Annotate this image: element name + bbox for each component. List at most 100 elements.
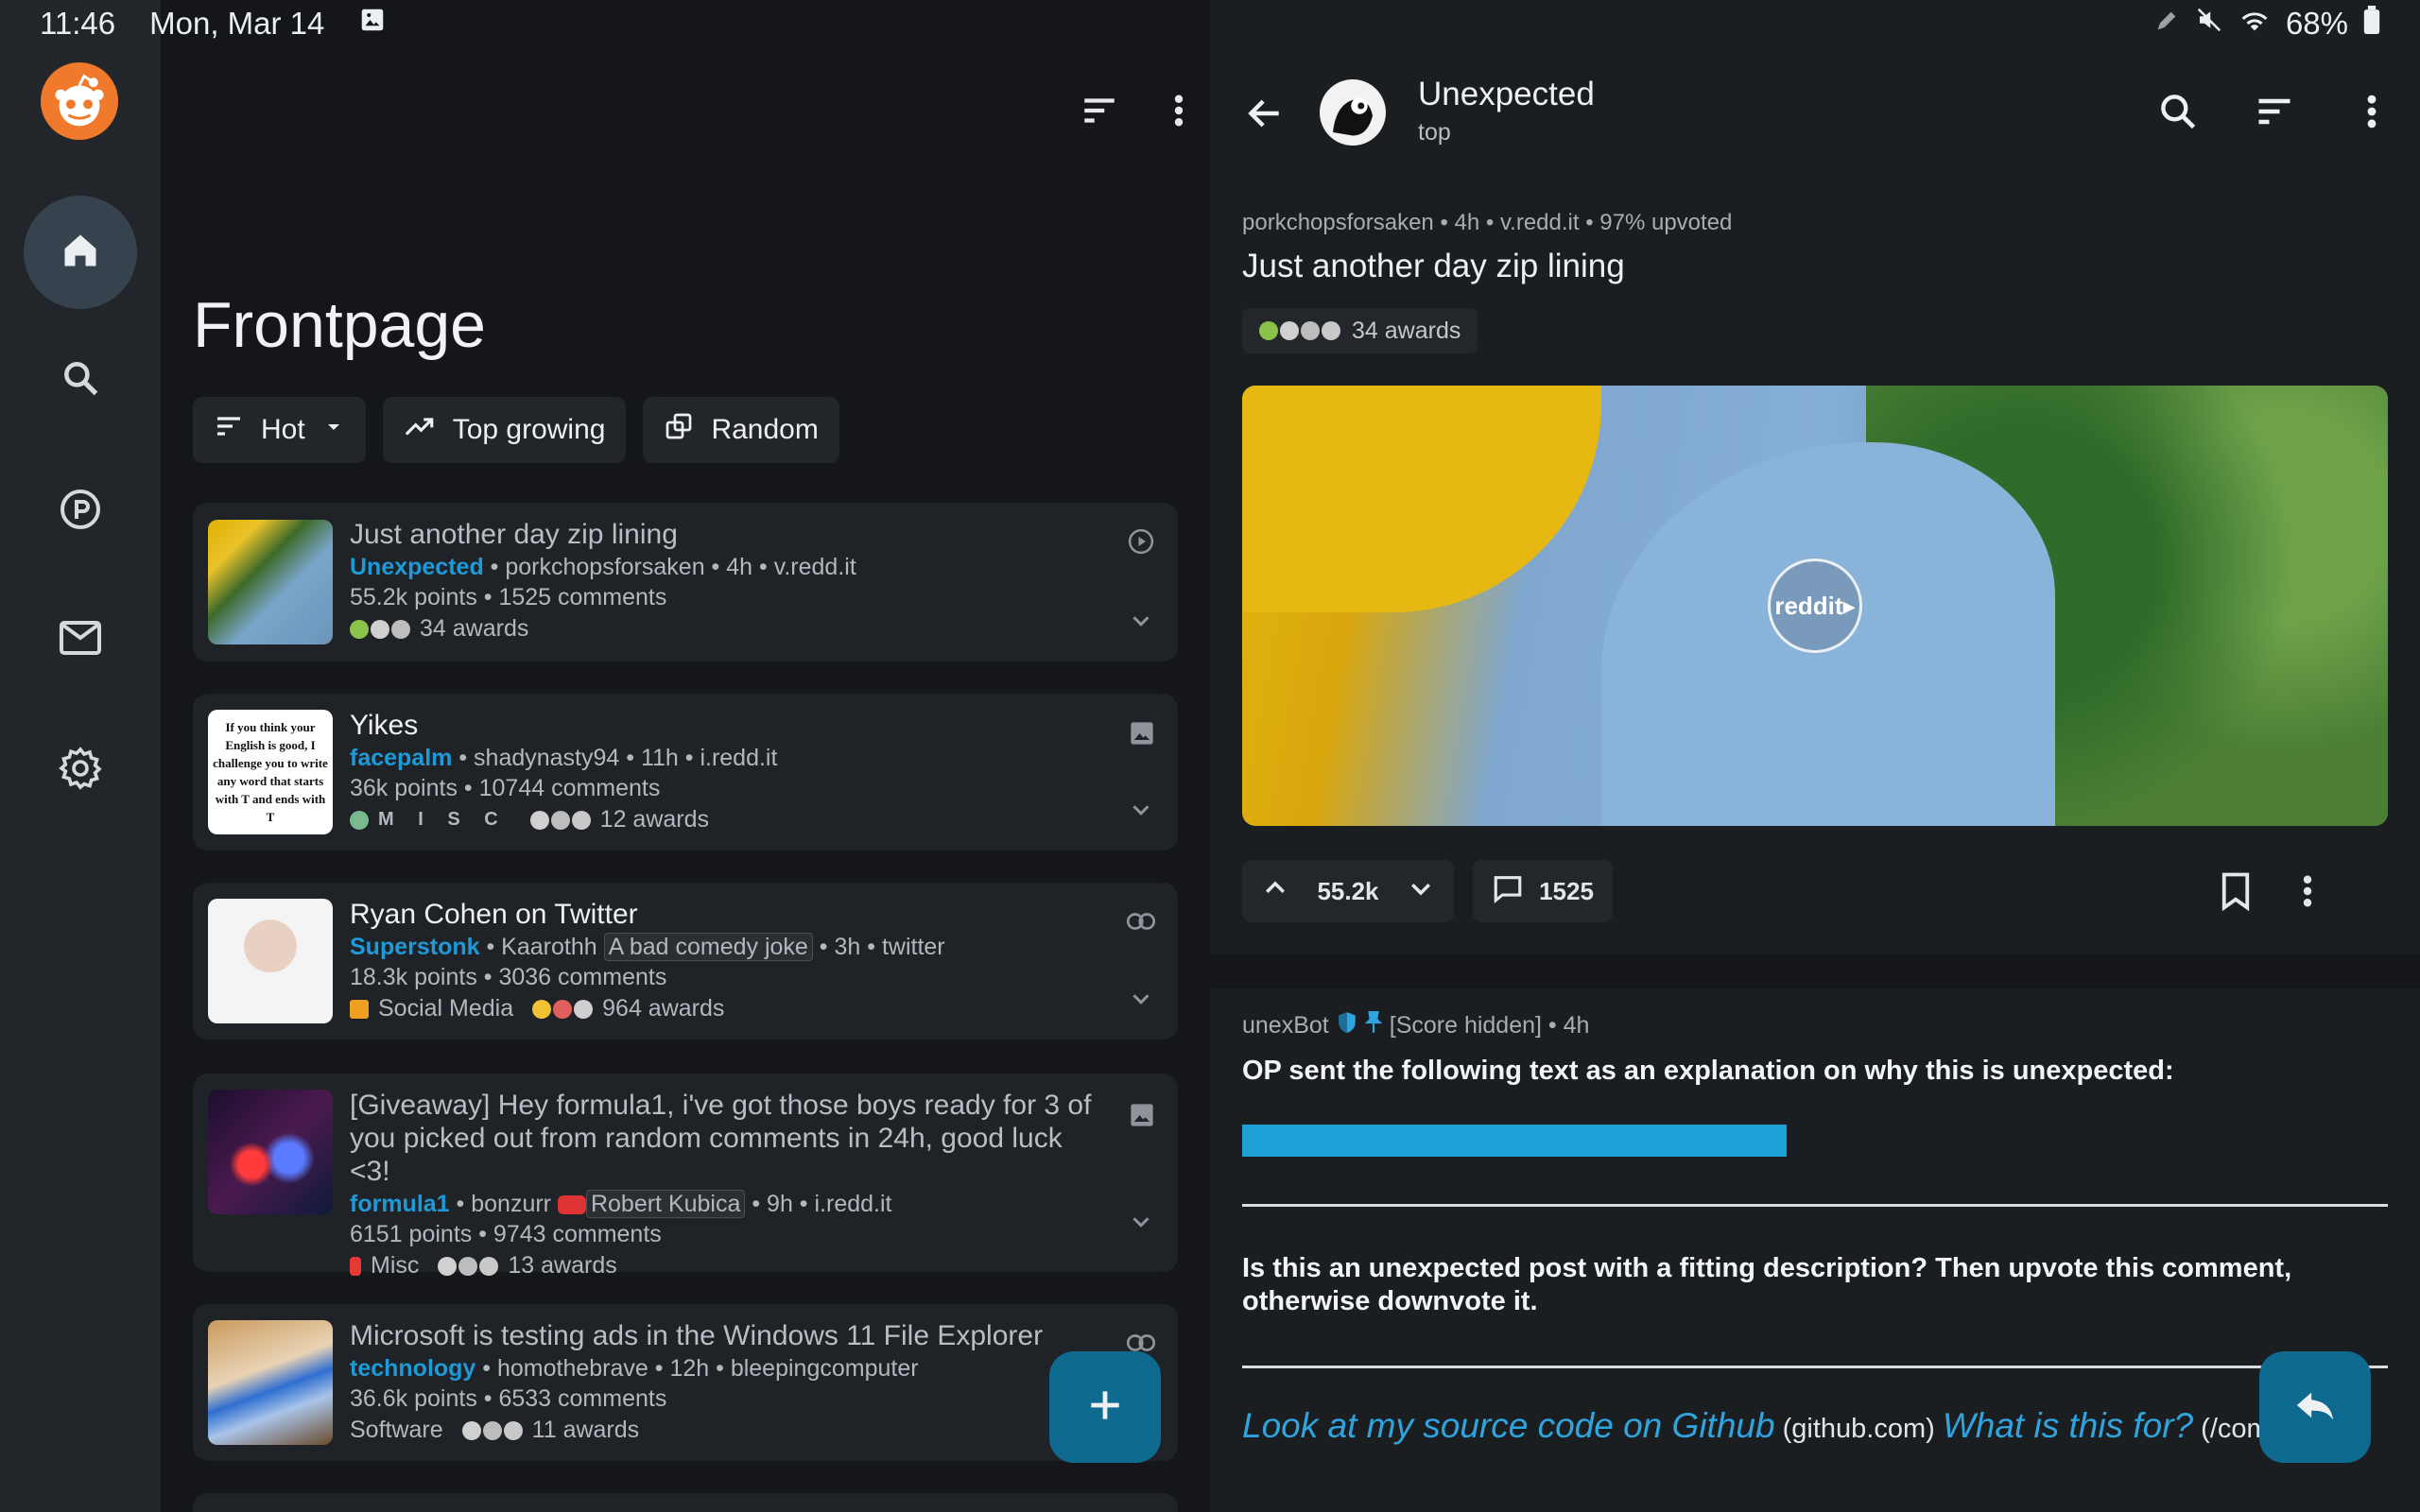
post-meta: Superstonk • Kaarothh A bad comedy joke … [350, 933, 945, 961]
app-logo[interactable] [41, 62, 118, 140]
random-chip[interactable]: Random [643, 397, 839, 463]
award-icons [350, 619, 410, 639]
award-icons [438, 1256, 499, 1276]
nav-subreddits[interactable] [24, 455, 137, 568]
bookmark-icon[interactable] [2220, 871, 2252, 916]
status-date: Mon, Mar 14 [149, 6, 325, 41]
search-icon [60, 357, 101, 404]
post-thumbnail[interactable] [208, 1090, 333, 1214]
thumbnail-text: If you think your English is good, I cha… [213, 720, 328, 824]
video-player[interactable]: reddit ▸ [1242, 386, 2388, 826]
random-icon [664, 411, 694, 449]
top-growing-chip[interactable]: Top growing [382, 397, 627, 463]
comments-button[interactable]: 1525 [1473, 860, 1613, 922]
reddit-watermark: reddit ▸ [1768, 558, 1862, 653]
post-meta: Unexpected • porkchopsforsaken • 4h • v.… [350, 554, 856, 580]
overflow-menu-icon[interactable] [2365, 91, 2378, 137]
comment-header: unexBot [Score hidden] • 4h [1242, 1011, 2388, 1040]
comment-score: [Score hidden] • 4h [1389, 1012, 1590, 1039]
upvote-icon[interactable] [1261, 874, 1289, 909]
comment-count: 1525 [1539, 876, 1594, 905]
subreddit-link[interactable]: facepalm [350, 745, 452, 771]
subreddit-link[interactable]: Unexpected [350, 554, 484, 580]
post-card[interactable]: [Giveaway] Hey formula1, i've got those … [193, 1074, 1178, 1279]
sort-hot-chip[interactable]: Hot [193, 397, 366, 463]
gallery-notification-icon [358, 6, 387, 42]
post-flair: Social Media [378, 995, 514, 1022]
detail-sort-label: top [1418, 119, 1451, 146]
post-card[interactable]: Microsoft is testing ads in the Windows … [193, 1304, 1178, 1461]
post-card[interactable]: Ryan Cohen on Twitter Superstonk • Kaaro… [193, 883, 1178, 1040]
subreddit-icon [58, 487, 103, 537]
post-card[interactable]: Just another day zip lining Unexpected •… [193, 503, 1178, 662]
spoiler-block[interactable] [1242, 1125, 1787, 1157]
flair-icon [350, 810, 369, 830]
subreddit-avatar[interactable] [1320, 79, 1386, 146]
nav-home[interactable] [24, 196, 137, 309]
post-awards: Software 11 awards [350, 1417, 1102, 1444]
post-flair: M I S C [378, 809, 508, 830]
comment-text: Is this an unexpected post with a fittin… [1242, 1253, 2292, 1316]
post-awards: Misc 13 awards [350, 1252, 1102, 1280]
subreddit-link[interactable]: Superstonk [350, 934, 480, 960]
detail-awards[interactable]: 34 awards [1242, 308, 1478, 353]
info-link[interactable]: What is this for? [1943, 1406, 2193, 1445]
sort-icon[interactable] [1080, 91, 1119, 135]
detail-subreddit-name: Unexpected [1418, 76, 1595, 112]
expand-chevron-icon[interactable] [1127, 985, 1155, 1018]
nav-inbox[interactable] [24, 583, 137, 696]
awards-count: 11 awards [531, 1417, 640, 1443]
post-thumbnail[interactable] [208, 520, 333, 644]
sort-icon[interactable] [2254, 91, 2295, 137]
link-domain: (github.com) [1774, 1414, 1943, 1444]
battery-percent: 68% [2285, 6, 2348, 41]
post-thumbnail[interactable]: If you think your English is good, I cha… [208, 710, 333, 834]
award-icons [1259, 321, 1340, 340]
subreddit-link[interactable]: formula1 [350, 1191, 450, 1217]
subreddit-link[interactable]: technology [350, 1355, 475, 1382]
awards-count: 964 awards [602, 995, 725, 1022]
post-awards: 34 awards [350, 615, 1102, 643]
post-thumbnail[interactable] [208, 899, 333, 1023]
pen-icon [2153, 6, 2180, 42]
post-meta: formula1 • bonzurr Robert Kubica • 9h • … [350, 1190, 892, 1218]
reply-fab[interactable] [2259, 1351, 2371, 1463]
comment: unexBot [Score hidden] • 4h OP sent the … [1242, 1011, 2388, 1446]
comment-icon [1492, 873, 1524, 910]
detail-header: Unexpected top [1210, 60, 2420, 164]
post-detail-pane: Unexpected top porkchopsforsaken • 4h • … [1210, 0, 2420, 1512]
expand-chevron-icon[interactable] [1127, 1208, 1155, 1241]
user-flair: A bad comedy joke [603, 933, 813, 961]
post-awards: Social Media 964 awards [350, 995, 1102, 1022]
downvote-icon[interactable] [1407, 874, 1435, 909]
new-post-fab[interactable] [1049, 1351, 1161, 1463]
filter-chips: Hot Top growing Random [193, 397, 839, 463]
add-icon [1084, 1384, 1126, 1431]
post-meta: technology • homothebrave • 12h • bleepi… [350, 1355, 919, 1382]
post-awards: M I S C 12 awards [350, 806, 1102, 833]
dropdown-arrow-icon [322, 414, 345, 446]
post-stats: 36k points • 10744 comments [350, 775, 661, 801]
post-actions: 55.2k 1525 [1242, 860, 2388, 922]
comment-author[interactable]: unexBot [1242, 1012, 1329, 1040]
post-thumbnail[interactable] [208, 1320, 333, 1445]
overflow-menu-icon[interactable] [2301, 871, 2314, 916]
nav-settings[interactable] [24, 713, 137, 827]
moderator-shield-icon [1337, 1011, 1357, 1040]
horizontal-rule [1242, 1204, 2388, 1207]
expand-chevron-icon[interactable] [1127, 796, 1155, 829]
post-card[interactable] [193, 1493, 1178, 1512]
search-icon[interactable] [2157, 91, 2199, 137]
github-link[interactable]: Look at my source code on Github [1242, 1406, 1775, 1445]
navigation-rail [0, 0, 161, 1512]
nav-search[interactable] [24, 323, 137, 437]
expand-chevron-icon[interactable] [1127, 607, 1155, 640]
detail-post-meta: porkchopsforsaken • 4h • v.redd.it • 97%… [1242, 210, 1733, 235]
post-card[interactable]: If you think your English is good, I cha… [193, 694, 1178, 850]
overflow-menu-icon[interactable] [1172, 91, 1185, 135]
section-divider [1210, 954, 2420, 988]
back-arrow-icon[interactable] [1244, 93, 1286, 139]
home-icon [60, 230, 101, 276]
sort-icon [214, 411, 244, 449]
flair-icon [350, 999, 369, 1019]
